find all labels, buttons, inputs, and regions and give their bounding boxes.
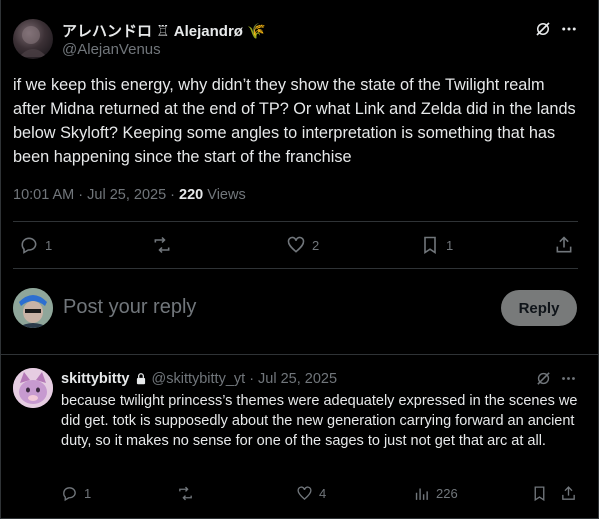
bookmark-action[interactable] (531, 483, 548, 503)
bookmark-icon (534, 485, 545, 501)
reply-date[interactable]: Jul 25, 2025 (258, 371, 337, 387)
author-name-line: アレハンドロ ♖ Alejandrø 🌾 (62, 20, 266, 40)
reply-post[interactable]: skittybitty @skittybitty_yt · Jul 25, 20… (0, 355, 599, 519)
lock-icon (136, 373, 145, 385)
views-count: 226 (436, 485, 458, 501)
divider-bottom (13, 268, 578, 269)
reply-author-avatar[interactable] (13, 368, 53, 408)
post-author-row: アレハンドロ ♖ Alejandrø 🌾 @AlejanVenus (13, 17, 578, 61)
reply-action-bar: 1 4 226 (61, 483, 581, 503)
share-icon (556, 236, 572, 253)
share-action[interactable] (560, 483, 577, 503)
post-text: if we keep this energy, why didn’t they … (13, 76, 576, 166)
like-count: 2 (312, 237, 320, 253)
reply-separator: · (249, 371, 255, 387)
views-count: 220 (179, 187, 204, 203)
reply-action[interactable]: 1 (61, 483, 91, 503)
heart-icon (287, 236, 305, 253)
share-action[interactable] (554, 235, 574, 255)
like-action[interactable]: 4 (296, 483, 326, 503)
grok-icon[interactable] (534, 20, 552, 38)
reply-icon (21, 237, 37, 254)
more-options-icon[interactable] (560, 370, 577, 387)
avatar-art (19, 26, 47, 57)
repost-icon (179, 486, 192, 500)
reply-author-handle[interactable]: @skittybitty_yt (152, 371, 246, 387)
repost-icon (154, 236, 170, 254)
bookmark-icon (424, 236, 436, 254)
views-label: Views (203, 187, 246, 203)
avatar-art (13, 368, 53, 408)
author-avatar[interactable] (13, 19, 53, 59)
avatar-art (13, 288, 53, 328)
heart-icon (297, 485, 312, 500)
analytics-icon (415, 488, 428, 500)
reply-button[interactable]: Reply (501, 290, 577, 326)
reply-text: because twilight princess’s themes were … (61, 393, 578, 449)
reply-input[interactable]: Post your reply (63, 296, 196, 319)
bookmark-count: 1 (446, 237, 454, 253)
like-action[interactable]: 2 (286, 235, 319, 255)
grok-icon[interactable] (535, 370, 552, 387)
like-count: 4 (319, 485, 327, 501)
post-meta: 10:01 AM · Jul 25, 2025 · 220 Views (13, 187, 246, 203)
repost-action[interactable] (152, 235, 178, 255)
reply-author-name[interactable]: skittybitty (61, 371, 130, 387)
views-action[interactable]: 226 (413, 483, 458, 503)
current-user-avatar[interactable] (13, 288, 53, 328)
reply-action[interactable]: 1 (19, 235, 52, 255)
more-options-icon[interactable] (560, 20, 578, 38)
share-icon (562, 485, 575, 500)
reply-composer: Post your reply Reply (13, 278, 578, 338)
reply-count: 1 (45, 237, 53, 253)
reply-count: 1 (84, 485, 92, 501)
post-action-bar: 1 2 1 (13, 223, 578, 267)
reply-icon (63, 486, 76, 501)
author-display-name[interactable]: アレハンドロ ♖ Alejandrø 🌾 (62, 20, 266, 41)
author-handle[interactable]: @AlejanVenus (62, 41, 161, 58)
divider-top (13, 221, 578, 222)
reply-author-line: skittybitty @skittybitty_yt · Jul 25, 20… (61, 370, 337, 388)
post-timestamp[interactable]: 10:01 AM · Jul 25, 2025 · (13, 187, 179, 203)
bookmark-action[interactable]: 1 (420, 235, 453, 255)
repost-action[interactable] (177, 483, 200, 503)
